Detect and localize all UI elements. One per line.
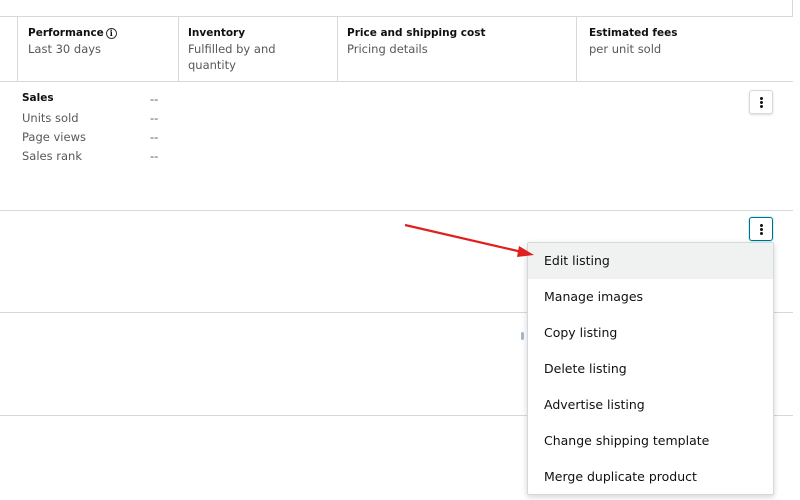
partial-element (521, 332, 524, 340)
page-gutter (793, 0, 800, 500)
more-options-icon[interactable] (749, 217, 773, 241)
menu-item-advertise-listing[interactable]: Advertise listing (528, 387, 773, 423)
menu-item-delete-listing[interactable]: Delete listing (528, 351, 773, 387)
table-row: Sales -- Units sold -- Page views -- Sal… (0, 82, 793, 211)
menu-item-edit-listing[interactable]: Edit listing (528, 243, 773, 279)
menu-item-copy-listing[interactable]: Copy listing (528, 315, 773, 351)
header-fees: Estimated fees per unit sold (576, 17, 793, 81)
header-performance-title: Performance (28, 27, 104, 39)
header-inventory: Inventory Fulfilled by and quantity (178, 17, 338, 81)
header-price: Price and shipping cost Pricing details (337, 17, 577, 81)
header-fees-subtitle: per unit sold (589, 42, 662, 56)
metric-sales: Sales -- (22, 92, 159, 106)
more-options-icon[interactable] (749, 90, 773, 114)
header-inventory-title: Inventory (188, 27, 246, 39)
menu-item-manage-images[interactable]: Manage images (528, 279, 773, 315)
metric-sales-rank: Sales rank -- (22, 149, 159, 163)
header-price-subtitle: Pricing details (347, 42, 428, 56)
header-fees-title: Estimated fees (589, 27, 678, 39)
header-performance: Performance i Last 30 days (28, 17, 178, 81)
header-divider (17, 17, 18, 81)
table-header: Performance i Last 30 days Inventory Fulf… (0, 16, 793, 82)
performance-metrics: Sales -- Units sold -- Page views -- Sal… (22, 92, 172, 168)
metric-page-views: Page views -- (22, 130, 159, 144)
menu-item-merge-duplicate-product[interactable]: Merge duplicate product (528, 459, 773, 495)
listing-actions-menu: Edit listing Manage images Copy listing … (527, 242, 774, 495)
header-performance-subtitle: Last 30 days (28, 42, 102, 56)
header-price-title: Price and shipping cost (347, 27, 486, 39)
header-inventory-subtitle: Fulfilled by and quantity (188, 42, 276, 72)
menu-item-change-shipping-template[interactable]: Change shipping template (528, 423, 773, 459)
metric-units-sold: Units sold -- (22, 111, 159, 125)
info-icon[interactable]: i (105, 28, 117, 39)
